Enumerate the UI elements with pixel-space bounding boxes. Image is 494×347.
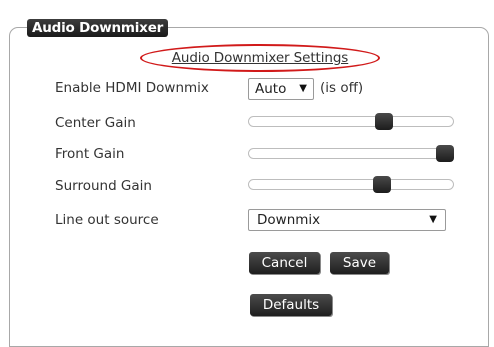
surround-gain-slider[interactable]: [248, 176, 454, 193]
center-gain-slider-handle[interactable]: [374, 113, 393, 130]
center-gain-label: Center Gain: [55, 115, 136, 131]
defaults-button[interactable]: Defaults: [250, 294, 332, 316]
dropdown-arrow-icon: ▼: [299, 83, 307, 94]
line-out-source-select[interactable]: Downmix ▼: [248, 209, 446, 231]
hdmi-downmix-label: Enable HDMI Downmix: [55, 80, 209, 96]
dropdown-arrow-icon: ▼: [429, 214, 437, 225]
hdmi-downmix-select[interactable]: Auto ▼: [248, 78, 314, 100]
center-gain-slider[interactable]: [248, 113, 454, 130]
save-button[interactable]: Save: [330, 252, 389, 274]
surround-gain-slider-handle[interactable]: [372, 176, 391, 193]
audio-downmixer-settings-link[interactable]: Audio Downmixer Settings: [150, 50, 370, 66]
hdmi-downmix-status: (is off): [320, 80, 364, 96]
cancel-button[interactable]: Cancel: [249, 252, 320, 274]
front-gain-slider[interactable]: [248, 145, 454, 162]
surround-gain-label: Surround Gain: [55, 178, 152, 194]
panel-legend: Audio Downmixer: [27, 19, 169, 37]
hdmi-downmix-select-value: Auto: [255, 81, 287, 97]
line-out-source-label: Line out source: [55, 212, 159, 228]
front-gain-label: Front Gain: [55, 146, 125, 162]
line-out-source-select-value: Downmix: [257, 212, 321, 228]
front-gain-slider-handle[interactable]: [435, 145, 454, 162]
